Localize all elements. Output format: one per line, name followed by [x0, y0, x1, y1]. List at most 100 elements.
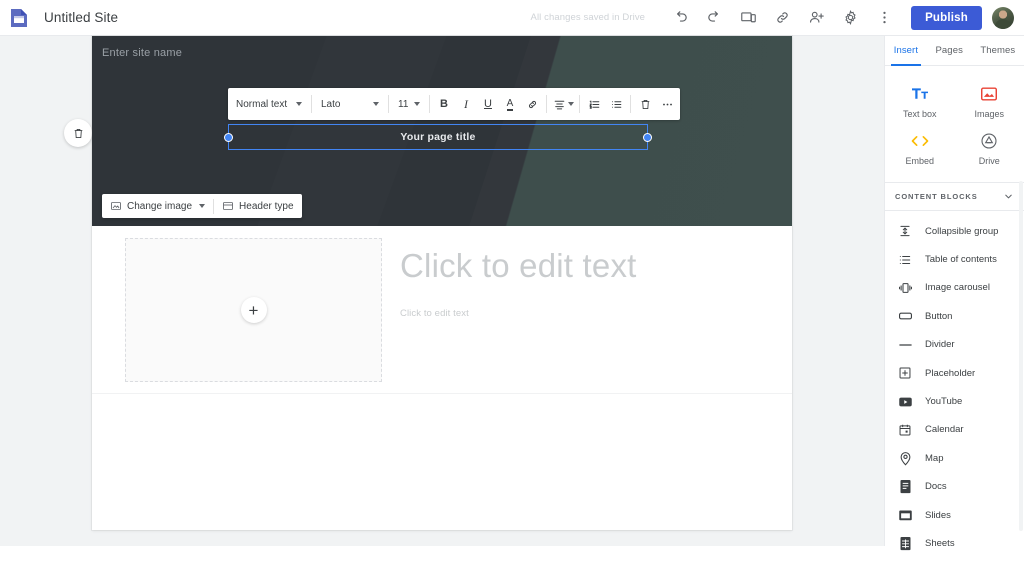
image-icon [110, 200, 122, 212]
insert-item-images[interactable]: Images [955, 78, 1024, 125]
publish-button[interactable]: Publish [911, 6, 982, 30]
image-placeholder-block[interactable]: + [125, 238, 382, 382]
more-options-button[interactable] [656, 92, 678, 116]
underline-button[interactable]: U [477, 92, 499, 116]
calendar-icon [897, 422, 913, 438]
numbered-list-button[interactable] [583, 92, 605, 116]
site-title[interactable]: Untitled Site [44, 10, 118, 25]
user-avatar[interactable] [992, 7, 1014, 29]
content-block-label: Table of contents [925, 254, 997, 265]
share-icon[interactable] [801, 3, 831, 33]
content-blocks-header[interactable]: CONTENT BLOCKS [885, 182, 1024, 211]
page-title-textbox[interactable]: Your page title [228, 124, 648, 150]
content-block-sheets[interactable]: Sheets [885, 529, 1024, 557]
add-image-button[interactable]: + [241, 297, 267, 323]
image-carousel-icon [897, 280, 913, 296]
content-block-placeholder[interactable]: Placeholder [885, 359, 1024, 387]
content-block-map[interactable]: Map [885, 444, 1024, 472]
toolbar-divider [579, 95, 580, 113]
insert-item-embed[interactable]: Embed [885, 125, 955, 172]
copy-link-icon[interactable] [767, 3, 797, 33]
link-icon [526, 98, 539, 111]
text-color-button[interactable]: A [499, 92, 521, 116]
map-pin-icon [897, 450, 913, 466]
chevron-down-icon[interactable] [1003, 191, 1014, 202]
toolbar-divider [630, 95, 631, 113]
redo-icon[interactable] [699, 3, 729, 33]
content-block-label: Calendar [925, 424, 964, 435]
tab-insert[interactable]: Insert [885, 36, 927, 65]
chevron-down-icon [296, 102, 302, 106]
text-column: Click to edit text Click to edit text [400, 246, 760, 319]
paragraph-style-value: Normal text [236, 99, 287, 110]
toolbar-divider [546, 95, 547, 113]
placeholder-icon [897, 365, 913, 381]
chevron-down-icon [199, 204, 205, 208]
page-title-text: Your page title [400, 131, 475, 143]
body-text-placeholder[interactable]: Click to edit text [400, 308, 760, 319]
content-block-collapsible-group[interactable]: Collapsible group [885, 217, 1024, 245]
delete-section-button[interactable] [64, 119, 92, 147]
content-block-label: Sheets [925, 538, 955, 549]
content-block-table-of-contents[interactable]: Table of contents [885, 245, 1024, 273]
google-sheets-icon [897, 535, 913, 551]
panel-scrollbar[interactable] [1019, 181, 1023, 531]
panel-tab-bar: Insert Pages Themes [885, 36, 1024, 66]
header-type-button[interactable]: Header type [214, 194, 301, 218]
content-block-label: YouTube [925, 396, 962, 407]
site-name-placeholder[interactable]: Enter site name [102, 47, 182, 59]
empty-section[interactable] [92, 394, 792, 530]
table-of-contents-icon [897, 252, 913, 268]
preview-icon[interactable] [733, 3, 763, 33]
content-block-label: Collapsible group [925, 226, 998, 237]
italic-button[interactable]: I [455, 92, 477, 116]
delete-text-button[interactable] [634, 92, 656, 116]
change-image-button[interactable]: Change image [102, 194, 213, 218]
content-block-button[interactable]: Button [885, 302, 1024, 330]
content-block-label: Placeholder [925, 368, 975, 379]
chevron-down-icon [373, 102, 379, 106]
bold-button[interactable]: B [433, 92, 455, 116]
content-block-slides[interactable]: Slides [885, 501, 1024, 529]
bulleted-list-button[interactable] [605, 92, 627, 116]
insert-item-text-box[interactable]: Text box [885, 78, 955, 125]
tab-pages[interactable]: Pages [927, 36, 972, 65]
insert-items-grid: Text box Images Embed [885, 66, 1024, 182]
link-button[interactable] [521, 92, 543, 116]
content-block-divider[interactable]: Divider [885, 331, 1024, 359]
heading-placeholder[interactable]: Click to edit text [400, 246, 760, 286]
content-block-calendar[interactable]: Calendar [885, 416, 1024, 444]
tab-themes[interactable]: Themes [972, 36, 1024, 65]
content-section[interactable]: + Click to edit text Click to edit text [92, 226, 792, 394]
images-icon [980, 84, 998, 104]
google-drive-icon [980, 131, 998, 151]
toolbar-divider [429, 95, 430, 113]
content-block-label: Map [925, 453, 943, 464]
top-app-bar: Untitled Site All changes saved in Drive [0, 0, 1024, 36]
content-block-image-carousel[interactable]: Image carousel [885, 274, 1024, 302]
more-vert-icon[interactable] [869, 3, 899, 33]
resize-handle-left[interactable] [224, 133, 233, 142]
ellipsis-icon [661, 98, 674, 111]
numbered-list-icon [588, 98, 601, 111]
paragraph-style-dropdown[interactable]: Normal text [230, 91, 308, 117]
right-side-panel: Insert Pages Themes Text box Images [884, 36, 1024, 546]
google-sites-logo-icon[interactable] [10, 8, 28, 28]
insert-item-drive[interactable]: Drive [955, 125, 1024, 172]
editor-workspace: Enter site name Normal text Lato 11 [0, 36, 884, 546]
align-button[interactable] [550, 92, 576, 116]
divider-icon [897, 337, 913, 353]
content-block-docs[interactable]: Docs [885, 473, 1024, 501]
settings-gear-icon[interactable] [835, 3, 865, 33]
undo-icon[interactable] [665, 3, 695, 33]
content-block-label: Image carousel [925, 282, 990, 293]
resize-handle-right[interactable] [643, 133, 652, 142]
chevron-down-icon [414, 102, 420, 106]
font-size-dropdown[interactable]: 11 [392, 91, 426, 117]
content-block-youtube[interactable]: YouTube [885, 387, 1024, 415]
insert-item-label: Text box [903, 109, 937, 119]
content-block-label: Button [925, 311, 952, 322]
page-header-banner[interactable]: Enter site name Normal text Lato 11 [92, 36, 792, 226]
content-blocks-list: Collapsible group Table of contents Imag… [885, 211, 1024, 564]
font-family-dropdown[interactable]: Lato [315, 91, 385, 117]
